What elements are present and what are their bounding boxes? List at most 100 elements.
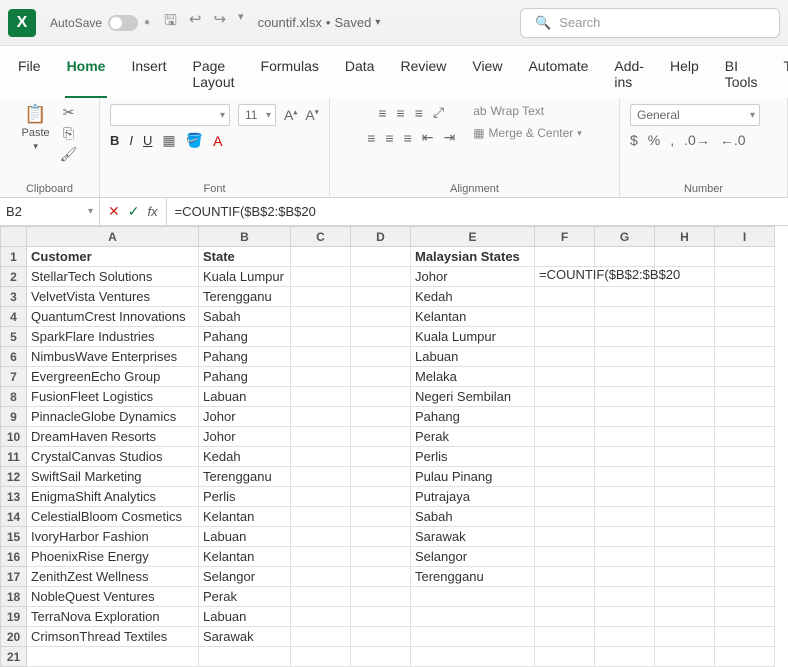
cell-E17[interactable]: Terengganu bbox=[411, 567, 535, 587]
cell-A21[interactable] bbox=[27, 647, 199, 667]
tab-insert[interactable]: Insert bbox=[129, 54, 168, 98]
cell-D10[interactable] bbox=[351, 427, 411, 447]
col-header-A[interactable]: A bbox=[27, 227, 199, 247]
cell-F3[interactable] bbox=[535, 287, 595, 307]
cell-G14[interactable] bbox=[595, 507, 655, 527]
row-header-6[interactable]: 6 bbox=[1, 347, 27, 367]
cell-C2[interactable] bbox=[291, 267, 351, 287]
col-header-E[interactable]: E bbox=[411, 227, 535, 247]
cell-E4[interactable]: Kelantan bbox=[411, 307, 535, 327]
cell-A10[interactable]: DreamHaven Resorts bbox=[27, 427, 199, 447]
cell-H13[interactable] bbox=[655, 487, 715, 507]
cell-H19[interactable] bbox=[655, 607, 715, 627]
cell-I2[interactable] bbox=[715, 267, 775, 287]
cell-E16[interactable]: Selangor bbox=[411, 547, 535, 567]
cell-A9[interactable]: PinnacleGlobe Dynamics bbox=[27, 407, 199, 427]
row-header-18[interactable]: 18 bbox=[1, 587, 27, 607]
cell-G6[interactable] bbox=[595, 347, 655, 367]
cell-F19[interactable] bbox=[535, 607, 595, 627]
cell-I17[interactable] bbox=[715, 567, 775, 587]
cell-I20[interactable] bbox=[715, 627, 775, 647]
cell-E20[interactable] bbox=[411, 627, 535, 647]
cell-C20[interactable] bbox=[291, 627, 351, 647]
underline-button[interactable]: U bbox=[143, 133, 152, 148]
row-header-3[interactable]: 3 bbox=[1, 287, 27, 307]
cell-F9[interactable] bbox=[535, 407, 595, 427]
cell-A13[interactable]: EnigmaShift Analytics bbox=[27, 487, 199, 507]
fill-color-icon[interactable]: 🪣 bbox=[186, 132, 203, 149]
cell-D1[interactable] bbox=[351, 247, 411, 267]
cell-H5[interactable] bbox=[655, 327, 715, 347]
qat-more-icon[interactable]: ▾ bbox=[238, 10, 244, 35]
cut-icon[interactable]: ✂ bbox=[63, 104, 75, 121]
cell-E10[interactable]: Perak bbox=[411, 427, 535, 447]
cell-C16[interactable] bbox=[291, 547, 351, 567]
cell-D15[interactable] bbox=[351, 527, 411, 547]
cell-H21[interactable] bbox=[655, 647, 715, 667]
cell-H7[interactable] bbox=[655, 367, 715, 387]
cell-C11[interactable] bbox=[291, 447, 351, 467]
decrease-decimal-icon[interactable]: ←.0 bbox=[720, 132, 746, 148]
col-header-I[interactable]: I bbox=[715, 227, 775, 247]
font-name-combo[interactable] bbox=[110, 104, 230, 126]
cell-H3[interactable] bbox=[655, 287, 715, 307]
cell-D21[interactable] bbox=[351, 647, 411, 667]
cell-E13[interactable]: Putrajaya bbox=[411, 487, 535, 507]
tab-automate[interactable]: Automate bbox=[526, 54, 590, 98]
cell-I6[interactable] bbox=[715, 347, 775, 367]
italic-button[interactable]: I bbox=[129, 133, 133, 148]
cell-D8[interactable] bbox=[351, 387, 411, 407]
cell-E9[interactable]: Pahang bbox=[411, 407, 535, 427]
cell-G16[interactable] bbox=[595, 547, 655, 567]
cell-G13[interactable] bbox=[595, 487, 655, 507]
cell-H17[interactable] bbox=[655, 567, 715, 587]
tab-bi-tools[interactable]: BI Tools bbox=[723, 54, 760, 98]
cell-I21[interactable] bbox=[715, 647, 775, 667]
cell-B6[interactable]: Pahang bbox=[199, 347, 291, 367]
cell-E7[interactable]: Melaka bbox=[411, 367, 535, 387]
row-header-8[interactable]: 8 bbox=[1, 387, 27, 407]
cell-B8[interactable]: Labuan bbox=[199, 387, 291, 407]
cell-B3[interactable]: Terengganu bbox=[199, 287, 291, 307]
cell-A5[interactable]: SparkFlare Industries bbox=[27, 327, 199, 347]
cell-E1[interactable]: Malaysian States bbox=[411, 247, 535, 267]
align-bottom-icon[interactable]: ≡ bbox=[415, 105, 423, 121]
cell-G19[interactable] bbox=[595, 607, 655, 627]
cell-E14[interactable]: Sabah bbox=[411, 507, 535, 527]
increase-decimal-icon[interactable]: .0→ bbox=[684, 132, 710, 148]
cell-I16[interactable] bbox=[715, 547, 775, 567]
cell-C15[interactable] bbox=[291, 527, 351, 547]
cell-A1[interactable]: Customer bbox=[27, 247, 199, 267]
cell-F10[interactable] bbox=[535, 427, 595, 447]
tab-formulas[interactable]: Formulas bbox=[259, 54, 321, 98]
cell-A12[interactable]: SwiftSail Marketing bbox=[27, 467, 199, 487]
cell-E21[interactable] bbox=[411, 647, 535, 667]
cell-F12[interactable] bbox=[535, 467, 595, 487]
cell-H4[interactable] bbox=[655, 307, 715, 327]
col-header-G[interactable]: G bbox=[595, 227, 655, 247]
cell-H18[interactable] bbox=[655, 587, 715, 607]
cell-A18[interactable]: NobleQuest Ventures bbox=[27, 587, 199, 607]
tab-add-ins[interactable]: Add-ins bbox=[612, 54, 646, 98]
cell-B7[interactable]: Pahang bbox=[199, 367, 291, 387]
cell-G3[interactable] bbox=[595, 287, 655, 307]
cell-A15[interactable]: IvoryHarbor Fashion bbox=[27, 527, 199, 547]
cell-I11[interactable] bbox=[715, 447, 775, 467]
cell-B1[interactable]: State bbox=[199, 247, 291, 267]
cell-B2[interactable]: Kuala Lumpur bbox=[199, 267, 291, 287]
cell-I10[interactable] bbox=[715, 427, 775, 447]
accounting-icon[interactable]: $ bbox=[630, 132, 638, 148]
cell-F15[interactable] bbox=[535, 527, 595, 547]
cell-C19[interactable] bbox=[291, 607, 351, 627]
cell-E15[interactable]: Sarawak bbox=[411, 527, 535, 547]
cell-I3[interactable] bbox=[715, 287, 775, 307]
cell-C10[interactable] bbox=[291, 427, 351, 447]
tab-home[interactable]: Home bbox=[65, 54, 108, 98]
cell-F13[interactable] bbox=[535, 487, 595, 507]
cell-D11[interactable] bbox=[351, 447, 411, 467]
cell-H12[interactable] bbox=[655, 467, 715, 487]
cell-I7[interactable] bbox=[715, 367, 775, 387]
row-header-21[interactable]: 21 bbox=[1, 647, 27, 667]
border-icon[interactable]: ▦ bbox=[162, 132, 175, 149]
cell-G20[interactable] bbox=[595, 627, 655, 647]
